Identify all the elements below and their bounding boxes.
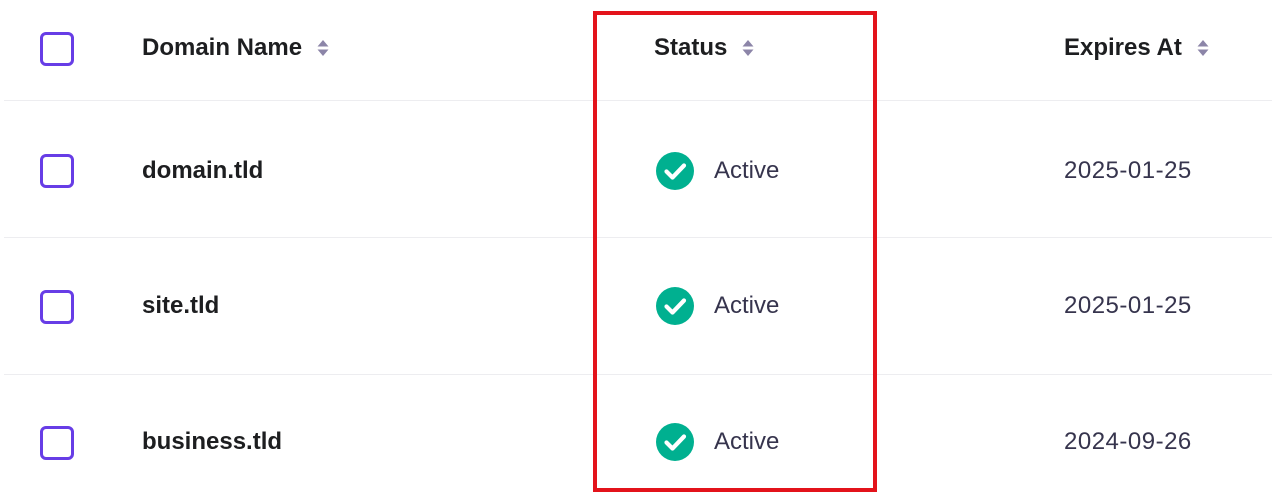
column-header-label: Domain Name bbox=[142, 34, 303, 61]
table-row: domain.tld Active 2025-01-25 bbox=[0, 101, 1272, 237]
status-label: Active bbox=[714, 157, 780, 184]
domain-name-cell[interactable]: site.tld bbox=[142, 288, 219, 324]
check-circle-icon bbox=[656, 152, 694, 190]
sort-icon[interactable] bbox=[1196, 38, 1210, 58]
check-circle-icon bbox=[656, 423, 694, 461]
column-header-domain-name[interactable]: Domain Name bbox=[142, 33, 330, 63]
expires-at-cell: 2024-09-26 bbox=[1064, 428, 1192, 455]
column-header-label: Expires At bbox=[1064, 34, 1182, 61]
expires-at-cell: 2025-01-25 bbox=[1064, 157, 1192, 184]
status-label: Active bbox=[714, 292, 780, 319]
sort-icon[interactable] bbox=[741, 38, 755, 58]
status-label: Active bbox=[714, 428, 780, 455]
expires-at-cell: 2025-01-25 bbox=[1064, 292, 1192, 319]
column-header-label: Status bbox=[654, 34, 728, 61]
column-header-status[interactable]: Status bbox=[654, 33, 755, 63]
table-header-row: Domain Name Status Expires At bbox=[0, 0, 1272, 100]
row-checkbox[interactable] bbox=[40, 290, 74, 324]
sort-icon[interactable] bbox=[316, 38, 330, 58]
table-row: business.tld Active 2024-09-26 bbox=[0, 375, 1272, 504]
status-cell: Active bbox=[656, 152, 780, 190]
row-checkbox[interactable] bbox=[40, 154, 74, 188]
status-cell: Active bbox=[656, 423, 780, 461]
check-circle-icon bbox=[656, 287, 694, 325]
select-all-checkbox[interactable] bbox=[40, 32, 74, 66]
domain-name-cell[interactable]: domain.tld bbox=[142, 153, 263, 189]
domain-name-cell[interactable]: business.tld bbox=[142, 424, 282, 460]
row-checkbox[interactable] bbox=[40, 426, 74, 460]
column-header-expires-at[interactable]: Expires At bbox=[1064, 33, 1210, 63]
table-row: site.tld Active 2025-01-25 bbox=[0, 238, 1272, 374]
status-cell: Active bbox=[656, 287, 780, 325]
